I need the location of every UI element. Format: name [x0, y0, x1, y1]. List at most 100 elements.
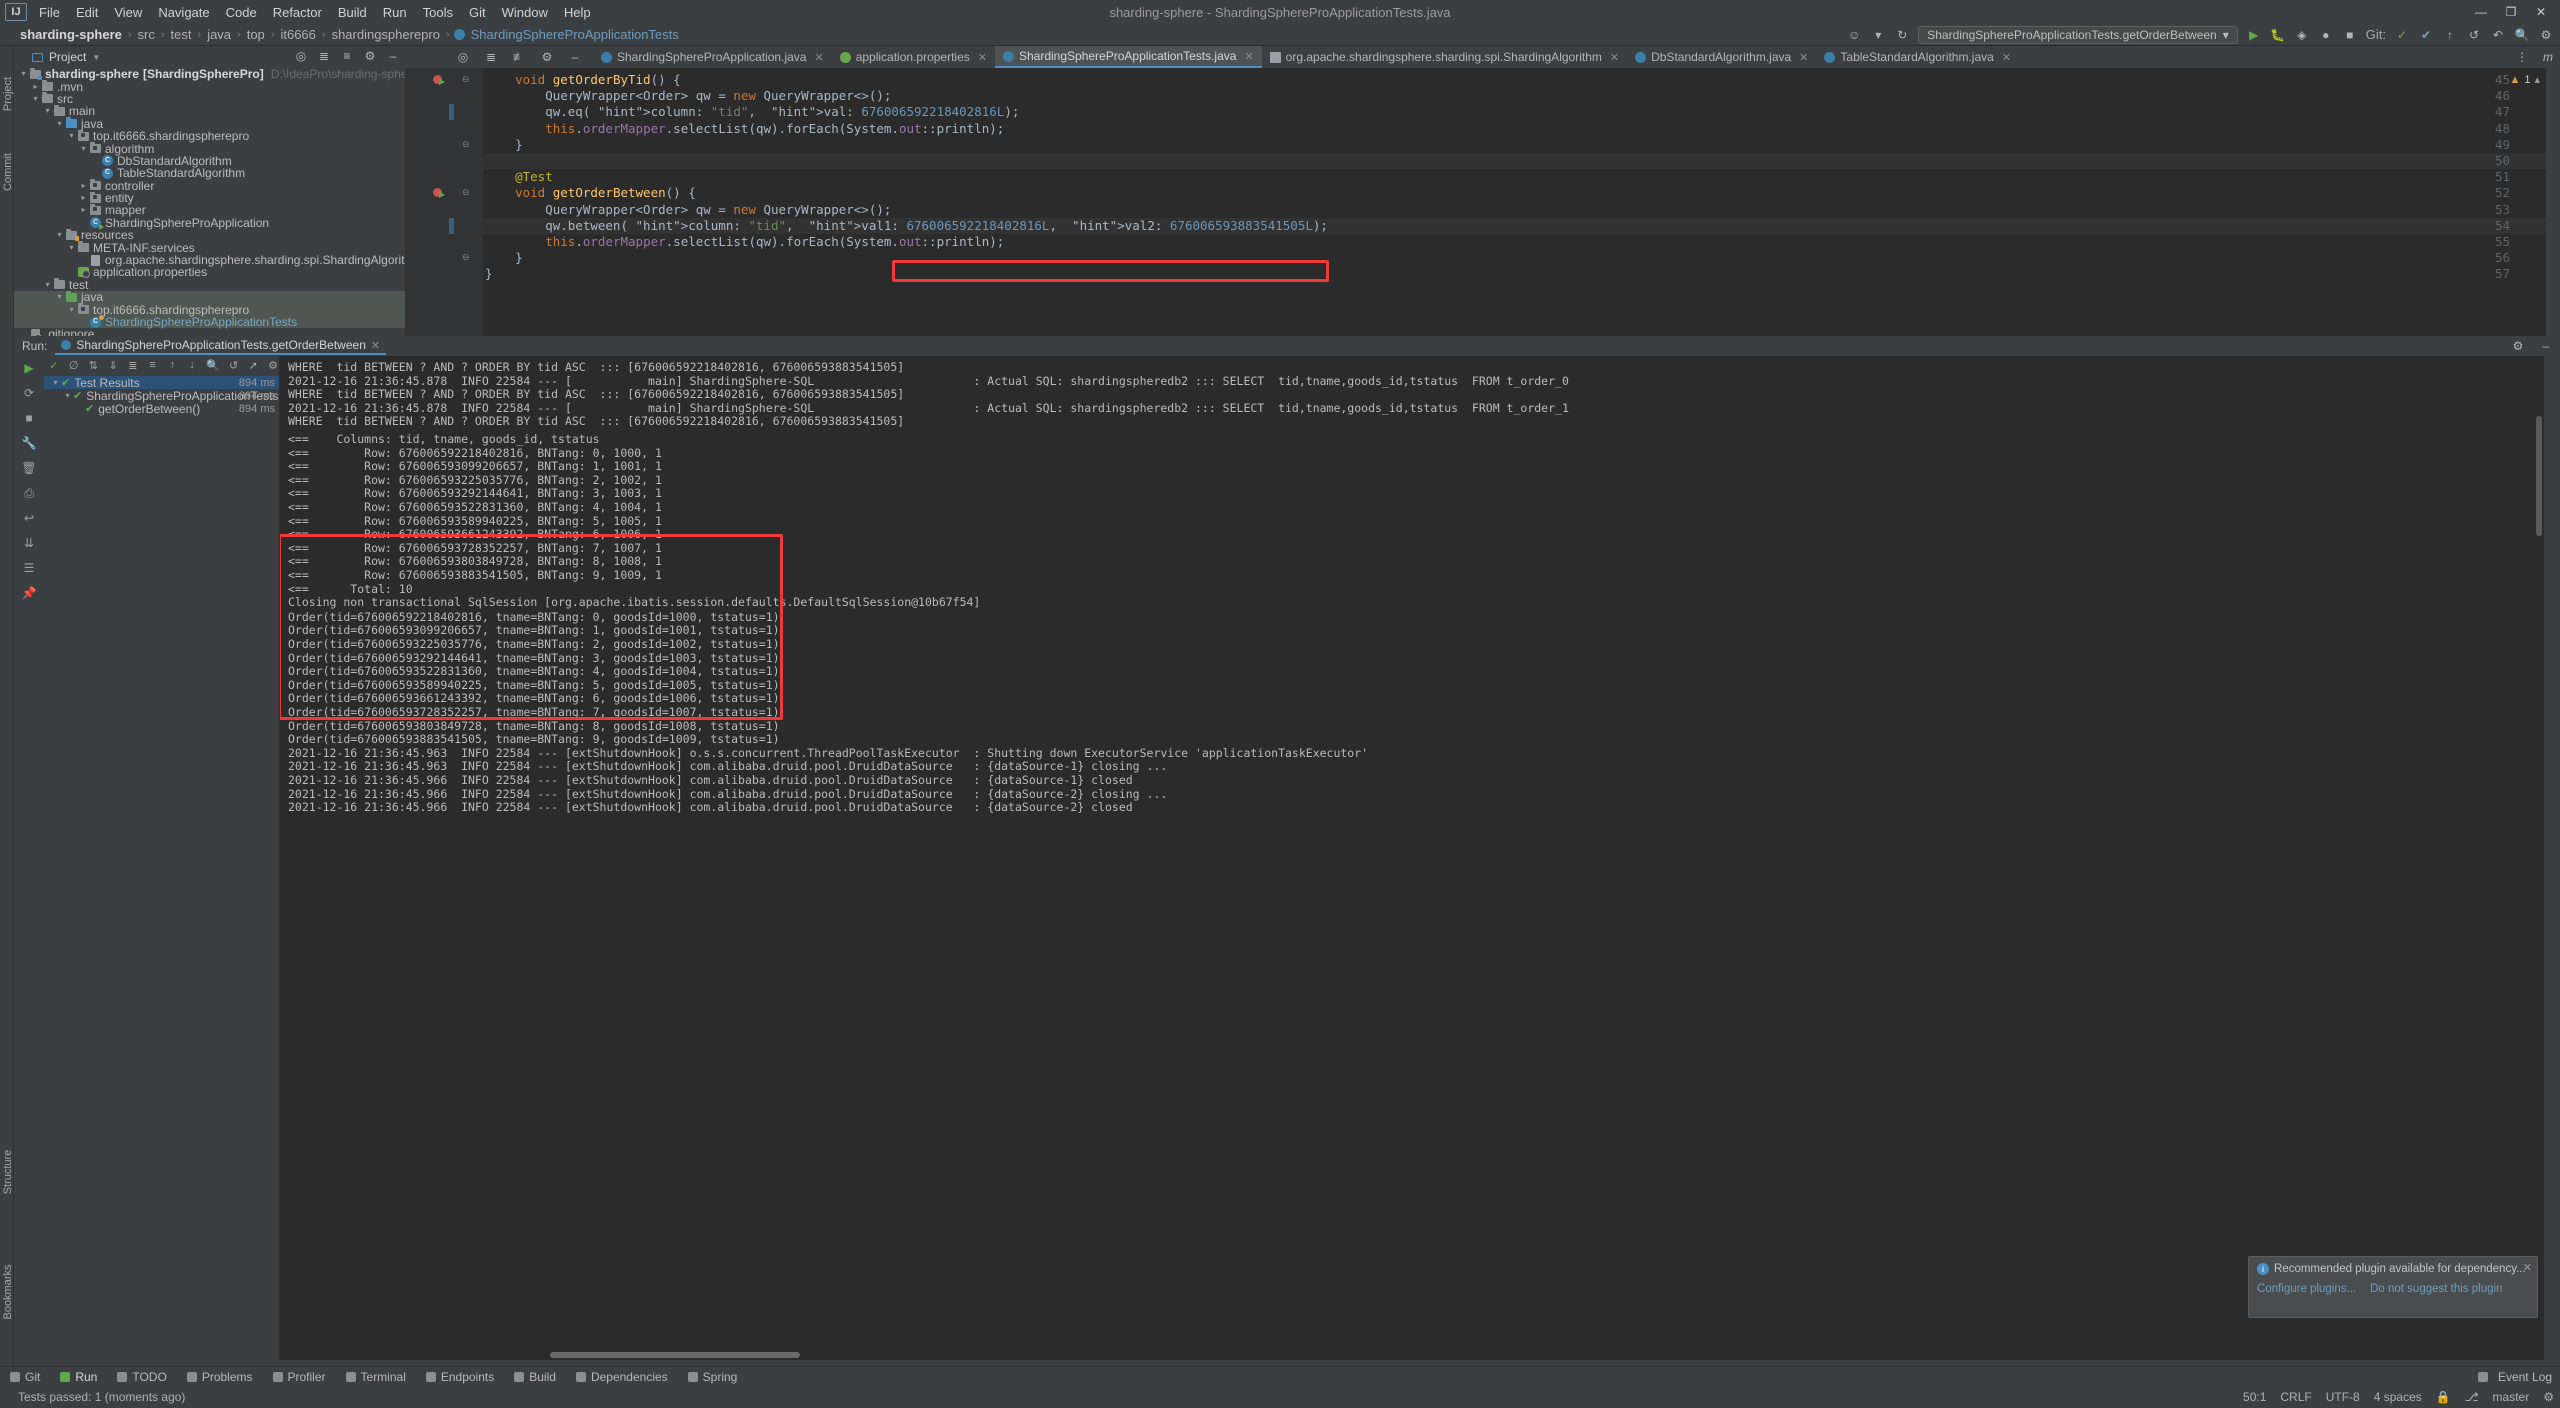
scroll-end-icon[interactable]: ⇊ — [21, 535, 37, 551]
debug-button[interactable]: 🐛 — [2270, 27, 2286, 43]
code-line[interactable]: qw.eq( "hint">column: "tid", "hint">val:… — [485, 104, 1019, 120]
close-icon[interactable]: ✕ — [371, 339, 380, 352]
chevron-right-icon[interactable]: ▸ — [30, 81, 41, 93]
chevron-down-icon[interactable]: ▾ — [78, 143, 89, 155]
maven-icon[interactable]: m — [2540, 49, 2556, 65]
configure-plugins-link[interactable]: Configure plugins... — [2257, 1283, 2356, 1295]
close-icon[interactable]: ✕ — [2002, 51, 2011, 64]
filter-icon[interactable]: ☰ — [21, 560, 37, 576]
test-tree-row[interactable]: ✔ getOrderBetween() 894 ms — [44, 402, 279, 416]
chevron-right-icon[interactable]: ▸ — [78, 204, 89, 216]
editor-tabs[interactable]: ShardingSphereProApplication.java ✕ applic… — [593, 46, 2019, 68]
breadcrumb-item-0[interactable]: sharding-sphere — [18, 27, 124, 42]
target-icon[interactable]: ◎ — [455, 49, 471, 65]
menu-tools[interactable]: Tools — [415, 3, 461, 22]
git-commit-icon[interactable]: ✔ — [2418, 27, 2434, 43]
status-bar-right[interactable]: 50:1 CRLF UTF-8 4 spaces 🔒 ⎇ master ⚙ — [2243, 1390, 2554, 1404]
history-icon[interactable]: ↺ — [2466, 27, 2482, 43]
code-fold-marker[interactable]: ⊖ — [462, 252, 470, 263]
code-fold-marker[interactable]: ⊖ — [462, 74, 470, 85]
tree-node[interactable]: ▾ test — [14, 278, 405, 291]
chevron-down-icon[interactable]: ▾ — [30, 93, 41, 105]
chevron-down-icon[interactable]: ▼ — [92, 53, 100, 62]
maximize-button[interactable]: ❐ — [2496, 0, 2526, 24]
chevron-right-icon[interactable]: ▸ — [78, 192, 89, 204]
close-icon[interactable]: ✕ — [814, 51, 823, 64]
tree-node[interactable]: ▸ entity — [14, 191, 405, 204]
minimize-button[interactable]: — — [2466, 0, 2496, 24]
navbar-actions[interactable]: ☺ ▾ ↻ ShardingSphereProApplicationTests.… — [1846, 25, 2554, 44]
menu-file[interactable]: File — [31, 3, 68, 22]
menu-window[interactable]: Window — [494, 3, 556, 22]
tool-strip-structure[interactable]: Structure — [2, 1140, 14, 1204]
git-update-icon[interactable]: ✓ — [2394, 27, 2410, 43]
hide-icon[interactable]: – — [567, 49, 583, 65]
window-controls[interactable]: — ❐ ✕ — [2466, 0, 2556, 24]
editor-tab-controls[interactable]: ◎ ≣ ≢ ⚙ – — [405, 46, 593, 68]
editor-tab[interactable]: DbStandardAlgorithm.java ✕ — [1627, 46, 1816, 68]
breadcrumb-item-1[interactable]: src — [136, 27, 157, 42]
caret-position[interactable]: 50:1 — [2243, 1390, 2266, 1404]
menu-build[interactable]: Build — [330, 3, 375, 22]
next-test-icon[interactable]: ↓ — [186, 358, 198, 373]
tree-node[interactable]: ▾ algorithm — [14, 142, 405, 155]
console-output[interactable]: WHERE tid BETWEEN ? AND ? ORDER BY tid A… — [280, 356, 2544, 1360]
line-separator[interactable]: CRLF — [2280, 1390, 2311, 1404]
editor-inspection-badge[interactable]: ▲ 1 ▴ — [2509, 73, 2540, 87]
gear-icon[interactable]: ⚙ — [362, 48, 378, 64]
tree-node[interactable]: C ShardingSphereProApplication — [14, 217, 405, 231]
expand-all-icon[interactable]: ≣ — [483, 49, 499, 65]
chevron-down-icon[interactable]: ▾ — [54, 118, 65, 130]
menu-run[interactable]: Run — [375, 3, 415, 22]
trash-icon[interactable]: 🗑 — [21, 460, 37, 476]
code-editor[interactable]: 45 void getOrderByTid() {46 QueryWrapper… — [405, 68, 2560, 336]
expand-all-icon[interactable]: ≣ — [127, 358, 139, 373]
chevron-down-icon[interactable]: ▾ — [42, 105, 53, 117]
chevron-down-icon[interactable]: ▾ — [18, 68, 29, 80]
pin-icon[interactable]: 📌 — [21, 585, 37, 601]
console-vertical-scrollbar[interactable] — [2536, 416, 2542, 536]
tree-node[interactable]: C TableStandardAlgorithm — [14, 167, 405, 179]
code-fold-marker[interactable]: ⊖ — [462, 187, 470, 198]
tool-window-terminal[interactable]: Terminal — [336, 1367, 416, 1387]
editor-tab[interactable]: ShardingSphereProApplicationTests.java ✕ — [994, 46, 1262, 68]
tree-node[interactable]: ▸ controller — [14, 179, 405, 192]
rerun-icon[interactable]: ▶ — [21, 360, 37, 376]
code-line[interactable]: void getOrderByTid() { — [485, 72, 681, 88]
test-results-tree[interactable]: ✓ ∅ ⇅ ⇓ ≣ ≡ ↑ ↓ 🔍 ↺ ➚ ⚙ ▾ ✔ Test Results 89… — [44, 356, 280, 1360]
code-line[interactable]: QueryWrapper<Order> qw = new QueryWrappe… — [485, 202, 891, 218]
profile-button[interactable]: ● — [2318, 27, 2334, 43]
coverage-button[interactable]: ◈ — [2294, 27, 2310, 43]
tool-window-profiler[interactable]: Profiler — [263, 1367, 336, 1387]
chevron-down-icon[interactable]: ▾ — [42, 279, 53, 291]
run-test-gutter-icon[interactable]: ▶ — [433, 186, 447, 199]
event-log-button[interactable]: Event Log — [2477, 1370, 2552, 1384]
rerun-failed-icon[interactable]: ⟳ — [21, 385, 37, 401]
code-line[interactable]: } — [485, 250, 523, 266]
close-button[interactable]: ✕ — [2526, 0, 2556, 24]
code-line[interactable]: this.orderMapper.selectList(qw).forEach(… — [485, 234, 1004, 250]
breadcrumb[interactable]: sharding-sphere › src › test › java › top › it6666… — [0, 27, 681, 42]
editor-tab[interactable]: org.apache.shardingsphere.sharding.spi.S… — [1262, 46, 1627, 68]
expand-all-icon[interactable]: ≣ — [316, 48, 332, 64]
breadcrumb-item-3[interactable]: java — [205, 27, 233, 42]
stop-icon[interactable]: ■ — [21, 410, 37, 426]
notifications-icon[interactable]: ⚙ — [2543, 1390, 2554, 1404]
test-tree-row[interactable]: ▾ ✔ Test Results 894 ms — [44, 376, 279, 390]
sort-icon[interactable]: ⇅ — [88, 358, 100, 373]
test-tree-row[interactable]: ▾ ✔ ShardingSphereProApplicationTests 894 m… — [44, 389, 279, 403]
test-tree-rows[interactable]: ▾ ✔ Test Results 894 ms ▾ ✔ ShardingSphereProA… — [44, 376, 279, 416]
tree-node[interactable]: ▾ src — [14, 92, 405, 105]
tree-node[interactable]: ▾ top.it6666.shardingspherepro — [14, 303, 405, 316]
git-branch[interactable]: master — [2493, 1390, 2530, 1404]
show-passed-icon[interactable]: ✓ — [48, 358, 60, 373]
menu-edit[interactable]: Edit — [68, 3, 106, 22]
tree-node[interactable]: C ShardingSphereProApplicationTests — [14, 314, 405, 329]
chevron-down-icon[interactable]: ▾ — [2223, 28, 2229, 42]
editor-tab[interactable]: application.properties ✕ — [832, 46, 995, 68]
search-icon[interactable]: 🔍 — [2514, 27, 2530, 43]
breadcrumb-item-7[interactable]: ShardingSphereProApplicationTests — [469, 27, 681, 42]
tree-node[interactable]: ▾ sharding-sphere [ShardingSpherePro] D:\Id… — [14, 68, 405, 80]
undo-icon[interactable]: ↶ — [2490, 27, 2506, 43]
tool-strip-bookmarks[interactable]: Bookmarks — [2, 1260, 14, 1324]
